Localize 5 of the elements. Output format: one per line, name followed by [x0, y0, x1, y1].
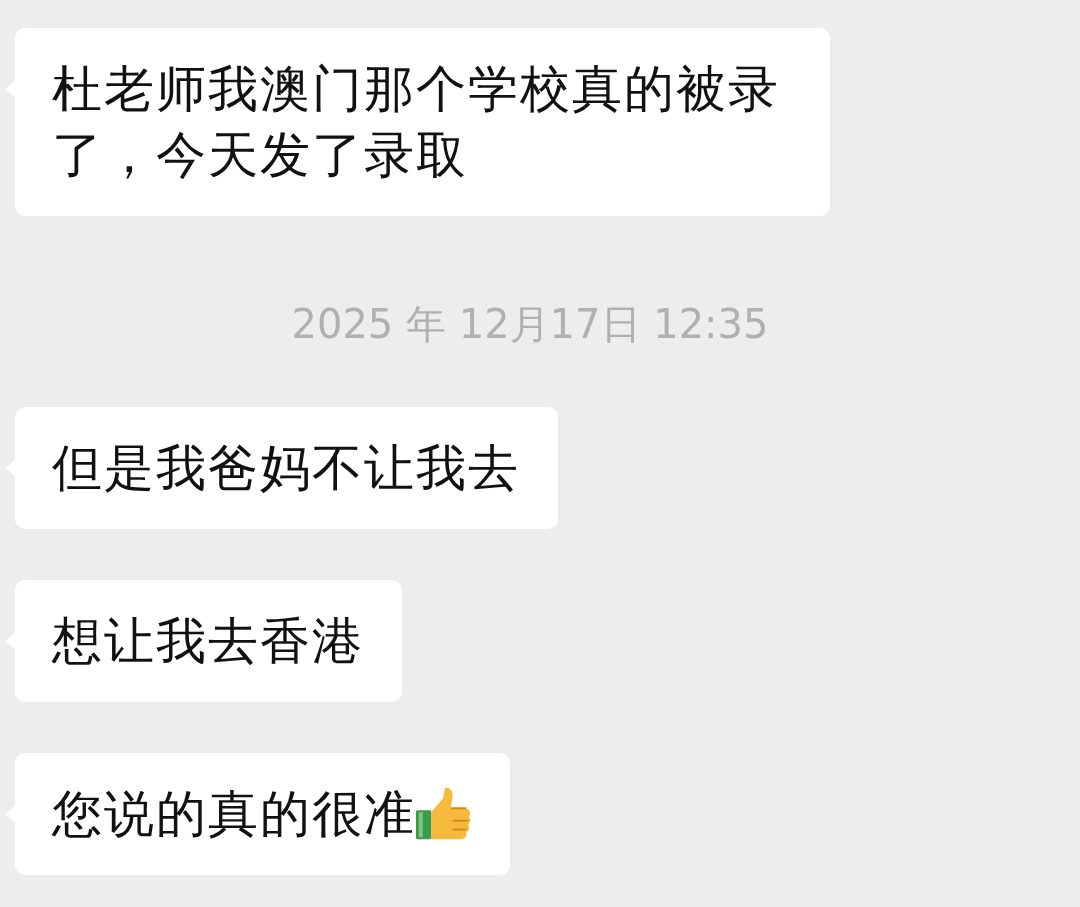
message-text: 想让我去香港 — [52, 611, 364, 672]
message-text: 杜老师我澳门那个学校真的被录了，今天发了录取 — [52, 59, 781, 186]
message-text: 您说的真的很准 — [52, 784, 416, 845]
message-text: 但是我爸妈不让我去 — [52, 438, 520, 499]
message-timestamp: 2025 年 12月17日 12:35 — [291, 300, 769, 349]
